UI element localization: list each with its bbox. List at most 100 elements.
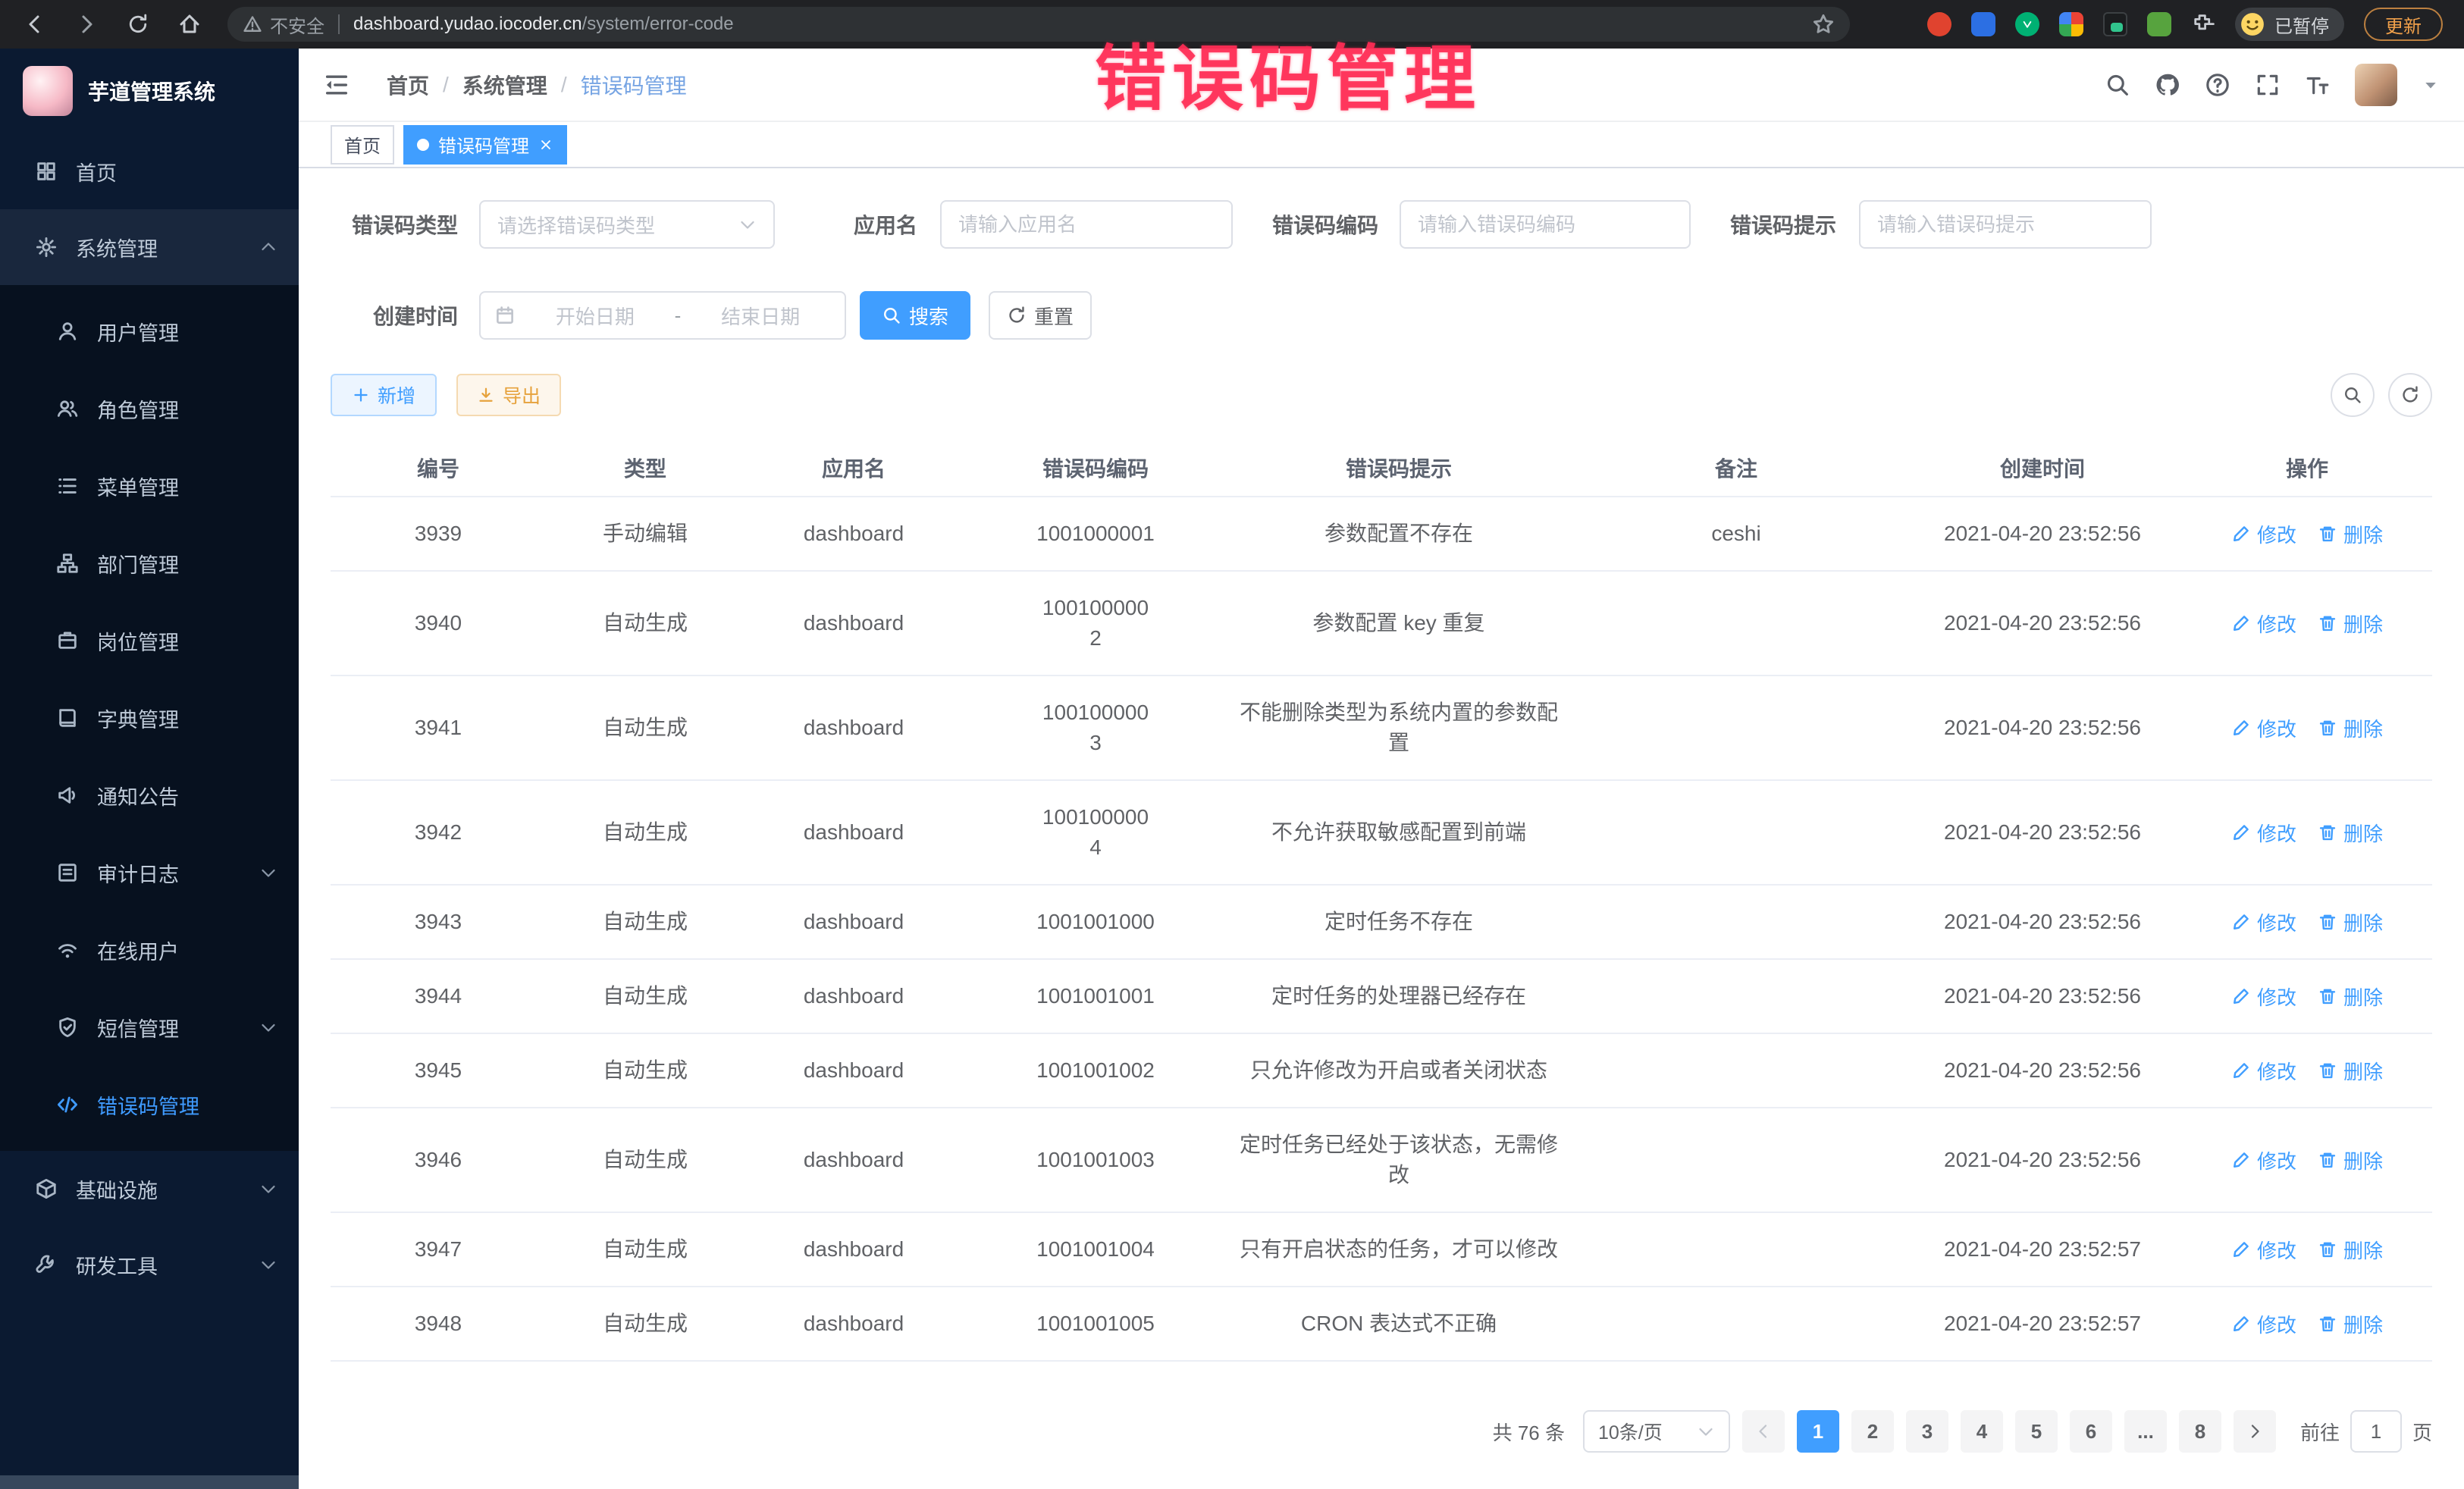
security-label: 不安全	[270, 11, 324, 38]
app-logo[interactable]: 芋道管理系统	[0, 49, 299, 133]
user-avatar[interactable]	[2355, 64, 2397, 106]
paused-badge[interactable]: 已暂停	[2235, 8, 2344, 41]
close-icon[interactable]	[538, 137, 553, 152]
sidebar-item-role-management[interactable]: 角色管理	[0, 370, 299, 447]
edit-link[interactable]: 修改	[2231, 714, 2296, 742]
delete-link[interactable]: 删除	[2318, 1310, 2383, 1338]
export-button[interactable]: 导出	[456, 374, 561, 416]
github-icon[interactable]	[2155, 72, 2180, 98]
browser-home-button[interactable]	[170, 5, 209, 44]
online-user-icon	[56, 939, 79, 961]
browser-forward-button[interactable]	[67, 5, 106, 44]
delete-link[interactable]: 删除	[2318, 1057, 2383, 1085]
cell-id: 3946	[331, 1124, 546, 1196]
sidebar-item-infrastructure[interactable]: 基础设施	[0, 1151, 299, 1227]
extension-icon-blue[interactable]	[1971, 12, 1995, 36]
edit-link[interactable]: 修改	[2231, 1236, 2296, 1264]
delete-link[interactable]: 删除	[2318, 983, 2383, 1011]
edit-link[interactable]: 修改	[2231, 983, 2296, 1011]
caret-down-icon[interactable]	[2422, 76, 2440, 94]
extension-icon-green[interactable]	[2147, 12, 2171, 36]
sidebar-item-label: 短信管理	[97, 1013, 179, 1042]
bookmark-star-icon[interactable]	[1812, 13, 1835, 36]
edit-link[interactable]: 修改	[2231, 520, 2296, 548]
reset-button[interactable]: 重置	[989, 291, 1092, 340]
delete-link[interactable]: 删除	[2318, 610, 2383, 638]
prev-page-button[interactable]	[1742, 1410, 1785, 1453]
cell-time: 2021-04-20 23:52:56	[1903, 1124, 2182, 1196]
sidebar-item-devtools[interactable]: 研发工具	[0, 1227, 299, 1302]
browser-reload-button[interactable]	[118, 5, 158, 44]
show-search-toggle-button[interactable]	[2331, 373, 2375, 417]
delete-link[interactable]: 删除	[2318, 714, 2383, 742]
extension-icon-on-badge[interactable]	[2103, 12, 2127, 36]
goto-page-input[interactable]	[2350, 1410, 2402, 1453]
page-more-button[interactable]: ...	[2124, 1410, 2167, 1453]
breadcrumb-system[interactable]: 系统管理	[462, 70, 547, 100]
edit-link[interactable]: 修改	[2231, 1310, 2296, 1338]
page-size-select[interactable]: 10条/页	[1583, 1410, 1730, 1453]
sidebar-item-dept-management[interactable]: 部门管理	[0, 525, 299, 602]
select-placeholder: 请选择错误码类型	[497, 211, 655, 239]
error-hint-input[interactable]	[1859, 200, 2152, 249]
help-icon[interactable]	[2205, 72, 2230, 98]
sidebar-item-home[interactable]: 首页	[0, 133, 299, 209]
cell-hint: 不允许获取敏感配置到前端	[1228, 796, 1569, 869]
app-name-input[interactable]	[940, 200, 1233, 249]
delete-link[interactable]: 删除	[2318, 1146, 2383, 1174]
sidebar-item-audit-log[interactable]: 审计日志	[0, 834, 299, 911]
search-button[interactable]: 搜索	[860, 291, 970, 340]
browser-back-button[interactable]	[15, 5, 55, 44]
next-page-button[interactable]	[2234, 1410, 2276, 1453]
extension-icon-red[interactable]	[1927, 12, 1951, 36]
search-icon[interactable]	[2105, 72, 2130, 98]
breadcrumb-home[interactable]: 首页	[387, 70, 429, 100]
profile-emoji-icon	[2240, 11, 2265, 37]
edit-link[interactable]: 修改	[2231, 1057, 2296, 1085]
page-button-3[interactable]: 3	[1906, 1410, 1948, 1453]
error-code-input[interactable]	[1400, 200, 1691, 249]
security-chip[interactable]: 不安全	[243, 11, 324, 38]
sidebar-item-notice[interactable]: 通知公告	[0, 757, 299, 834]
sidebar-item-post-management[interactable]: 岗位管理	[0, 602, 299, 679]
tab-home[interactable]: 首页	[331, 125, 394, 165]
tab-error-code-management[interactable]: 错误码管理	[403, 125, 567, 165]
table-row: 3942 自动生成 dashboard 100100000 4 不允许获取敏感配…	[331, 781, 2432, 886]
sidebar-item-sms-management[interactable]: 短信管理	[0, 989, 299, 1066]
font-size-icon[interactable]	[2305, 72, 2331, 98]
page-button-1[interactable]: 1	[1797, 1410, 1839, 1453]
edit-link[interactable]: 修改	[2231, 610, 2296, 638]
page-button-4[interactable]: 4	[1961, 1410, 2003, 1453]
sidebar-collapse-bar[interactable]	[0, 1475, 299, 1489]
edit-link[interactable]: 修改	[2231, 819, 2296, 847]
delete-link[interactable]: 删除	[2318, 819, 2383, 847]
cell-type: 自动生成	[546, 886, 745, 958]
sidebar-item-online-users[interactable]: 在线用户	[0, 911, 299, 989]
sidebar-item-menu-management[interactable]: 菜单管理	[0, 447, 299, 525]
browser-update-button[interactable]: 更新	[2364, 8, 2443, 41]
page-button-5[interactable]: 5	[2015, 1410, 2058, 1453]
error-type-select[interactable]: 请选择错误码类型	[479, 200, 775, 249]
edit-link[interactable]: 修改	[2231, 1146, 2296, 1174]
sidebar-fold-icon[interactable]	[323, 71, 350, 99]
address-bar[interactable]: 不安全 dashboard.yudao.iocoder.cn /system/e…	[227, 7, 1850, 42]
page-button-2[interactable]: 2	[1851, 1410, 1894, 1453]
sidebar-item-dict-management[interactable]: 字典管理	[0, 679, 299, 757]
delete-link[interactable]: 删除	[2318, 908, 2383, 936]
extension-icon-green-v[interactable]	[2015, 12, 2039, 36]
sidebar-item-system-management[interactable]: 系统管理	[0, 209, 299, 285]
fullscreen-icon[interactable]	[2255, 72, 2281, 98]
role-icon	[56, 397, 79, 420]
sidebar-item-error-code-management[interactable]: 错误码管理	[0, 1066, 299, 1143]
extensions-puzzle-icon[interactable]	[2191, 12, 2215, 36]
date-range-picker[interactable]: 开始日期 - 结束日期	[479, 291, 846, 340]
edit-link[interactable]: 修改	[2231, 908, 2296, 936]
sidebar-item-user-management[interactable]: 用户管理	[0, 293, 299, 370]
extension-icon-colorful[interactable]	[2059, 12, 2083, 36]
page-button-8[interactable]: 8	[2179, 1410, 2221, 1453]
page-button-6[interactable]: 6	[2070, 1410, 2112, 1453]
delete-link[interactable]: 删除	[2318, 1236, 2383, 1264]
refresh-table-button[interactable]	[2388, 373, 2432, 417]
add-button[interactable]: 新增	[331, 374, 437, 416]
delete-link[interactable]: 删除	[2318, 520, 2383, 548]
